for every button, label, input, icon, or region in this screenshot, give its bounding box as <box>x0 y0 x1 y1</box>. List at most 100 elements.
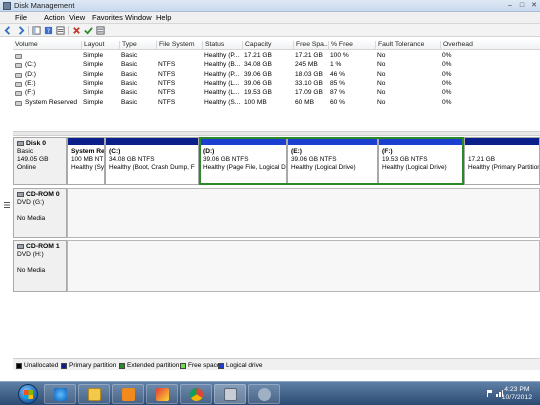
column-capacity[interactable]: Capacity <box>242 41 293 50</box>
column-type[interactable]: Type <box>119 41 156 50</box>
partition-size: 34.08 GB NTFS <box>109 156 155 163</box>
taskbar-app-explorer[interactable] <box>78 384 110 404</box>
volume-icon <box>15 91 22 97</box>
cell-volume: (F:) <box>25 89 36 97</box>
menu-help[interactable]: Help <box>156 13 171 22</box>
partition-0[interactable]: System Re 100 MB NT Healthy (Sy <box>67 137 105 185</box>
partition-status: Healthy (Boot, Crash Dump, F <box>109 164 195 171</box>
delete-icon[interactable] <box>72 26 81 35</box>
cell-file-system: NTFS <box>158 61 176 69</box>
cell-file-system: NTFS <box>158 89 176 97</box>
partition-status: Healthy (Sy <box>71 164 105 171</box>
partition-color-bar <box>106 138 198 145</box>
cell-free-space: 60 MB <box>295 98 315 106</box>
forward-icon[interactable] <box>16 26 25 35</box>
folder-icon <box>88 388 101 401</box>
cd-drive-icon <box>17 192 24 197</box>
column-overhead[interactable]: Overhead <box>440 41 540 50</box>
column-volume[interactable]: Volume <box>13 41 81 50</box>
toolbar: ? <box>0 24 540 37</box>
column-file-system[interactable]: File System <box>156 41 202 50</box>
legend-logical: Logical drive <box>218 362 263 369</box>
legend-swatch <box>218 362 224 369</box>
cell-layout: Simple <box>83 52 104 59</box>
cell-volume: (D:) <box>25 70 36 78</box>
checkmark-icon[interactable] <box>84 26 93 35</box>
flag-tray-icon[interactable] <box>486 390 493 397</box>
volume-icon <box>15 100 22 106</box>
menu-window[interactable]: Window <box>125 13 152 22</box>
drive-media: No Media <box>17 267 46 274</box>
cell-percent-free: 87 % <box>330 89 346 97</box>
column-status[interactable]: Status <box>202 41 242 50</box>
cell-percent-free: 85 % <box>330 79 346 87</box>
help-icon[interactable]: ? <box>44 26 53 35</box>
properties-icon[interactable] <box>56 26 65 35</box>
drive-blank <box>17 207 63 214</box>
minimize-button[interactable]: – <box>505 1 515 10</box>
taskbar-app-media[interactable] <box>112 384 144 404</box>
partition-1[interactable]: (C:) 34.08 GB NTFS Healthy (Boot, Crash Du… <box>105 137 199 185</box>
menu-file[interactable]: File <box>15 13 27 22</box>
disk-0-label[interactable]: Disk 0 Basic 149.05 GB Online <box>13 137 67 185</box>
cell-percent-free: 60 % <box>330 98 346 106</box>
menu-action[interactable]: Action <box>44 13 65 22</box>
cdrom-1-label[interactable]: CD-ROM 1 DVD (H:) No Media <box>13 240 67 292</box>
start-button[interactable] <box>18 384 38 404</box>
console-tree-icon[interactable] <box>32 26 41 35</box>
cell-overhead: 0% <box>442 52 452 59</box>
cell-overhead: 0% <box>442 89 452 97</box>
back-icon[interactable] <box>4 26 13 35</box>
column-percent-free[interactable]: % Free <box>328 41 375 50</box>
cell-capacity: 39.06 GB <box>244 79 272 87</box>
cell-type: Basic <box>121 70 138 78</box>
clock-time: 4:23 PM <box>504 386 530 393</box>
pane-splitter[interactable] <box>13 131 540 136</box>
cell-fault-tolerance: No <box>377 61 386 69</box>
taskbar-app-chrome[interactable] <box>180 384 212 404</box>
column-free-space[interactable]: Free Spa... <box>293 41 328 50</box>
disk-type: Basic <box>17 148 34 155</box>
legend-swatch <box>61 362 67 369</box>
partition-title: System Re <box>71 148 105 155</box>
close-button[interactable]: ✕ <box>529 1 539 10</box>
cell-type: Basic <box>121 98 138 106</box>
column-layout[interactable]: Layout <box>81 41 119 50</box>
drive-letter: DVD (H:) <box>17 251 44 258</box>
ie-icon <box>54 388 67 401</box>
disk-layout-pane: Disk 0 Basic 149.05 GB Online System Re 1… <box>13 137 540 355</box>
windows-logo-icon <box>24 390 33 399</box>
partition-color-bar <box>465 138 539 145</box>
cdrom-0-label[interactable]: CD-ROM 0 DVD (G:) No Media <box>13 188 67 238</box>
cell-free-space: 18.03 GB <box>295 70 323 78</box>
taskbar-app-paint[interactable] <box>146 384 178 404</box>
maximize-button[interactable]: □ <box>517 1 527 10</box>
resize-grip-icon[interactable] <box>4 201 10 209</box>
legend-swatch <box>180 362 186 369</box>
menu-favorites[interactable]: Favorites <box>92 13 123 22</box>
cell-fault-tolerance: No <box>377 98 386 106</box>
taskbar-app-ie[interactable] <box>44 384 76 404</box>
cell-volume: (E:) <box>25 79 36 87</box>
cdrom-0-area[interactable] <box>67 188 540 238</box>
cell-free-space: 17.21 GB <box>295 52 323 59</box>
partition-5[interactable]: 17.21 GB Healthy (Primary Partition <box>464 137 540 185</box>
cell-file-system: NTFS <box>158 70 176 78</box>
cell-type: Basic <box>121 79 138 87</box>
hard-disk-icon <box>17 141 24 146</box>
menu-view[interactable]: View <box>69 13 85 22</box>
taskbar-app-disk-management[interactable] <box>214 384 246 404</box>
cell-status: Healthy (B... <box>204 61 241 69</box>
system-clock[interactable]: 4:23 PM 10/7/2012 <box>502 386 532 402</box>
partition-size: 100 MB NT <box>71 156 104 163</box>
cell-layout: Simple <box>83 98 104 106</box>
legend-bar: Unallocated Primary partition Extended p… <box>13 358 540 370</box>
volume-icon <box>15 54 22 59</box>
table-row[interactable]: System Reserved Simple Basic NTFS Healthy (S… <box>13 98 540 108</box>
column-fault-tolerance[interactable]: Fault Tolerance <box>375 41 440 50</box>
cdrom-1-area[interactable] <box>67 240 540 292</box>
taskbar-app-settings[interactable] <box>248 384 280 404</box>
cell-overhead: 0% <box>442 98 452 106</box>
cell-volume: (C:) <box>25 61 36 69</box>
list-view-icon[interactable] <box>96 26 105 35</box>
